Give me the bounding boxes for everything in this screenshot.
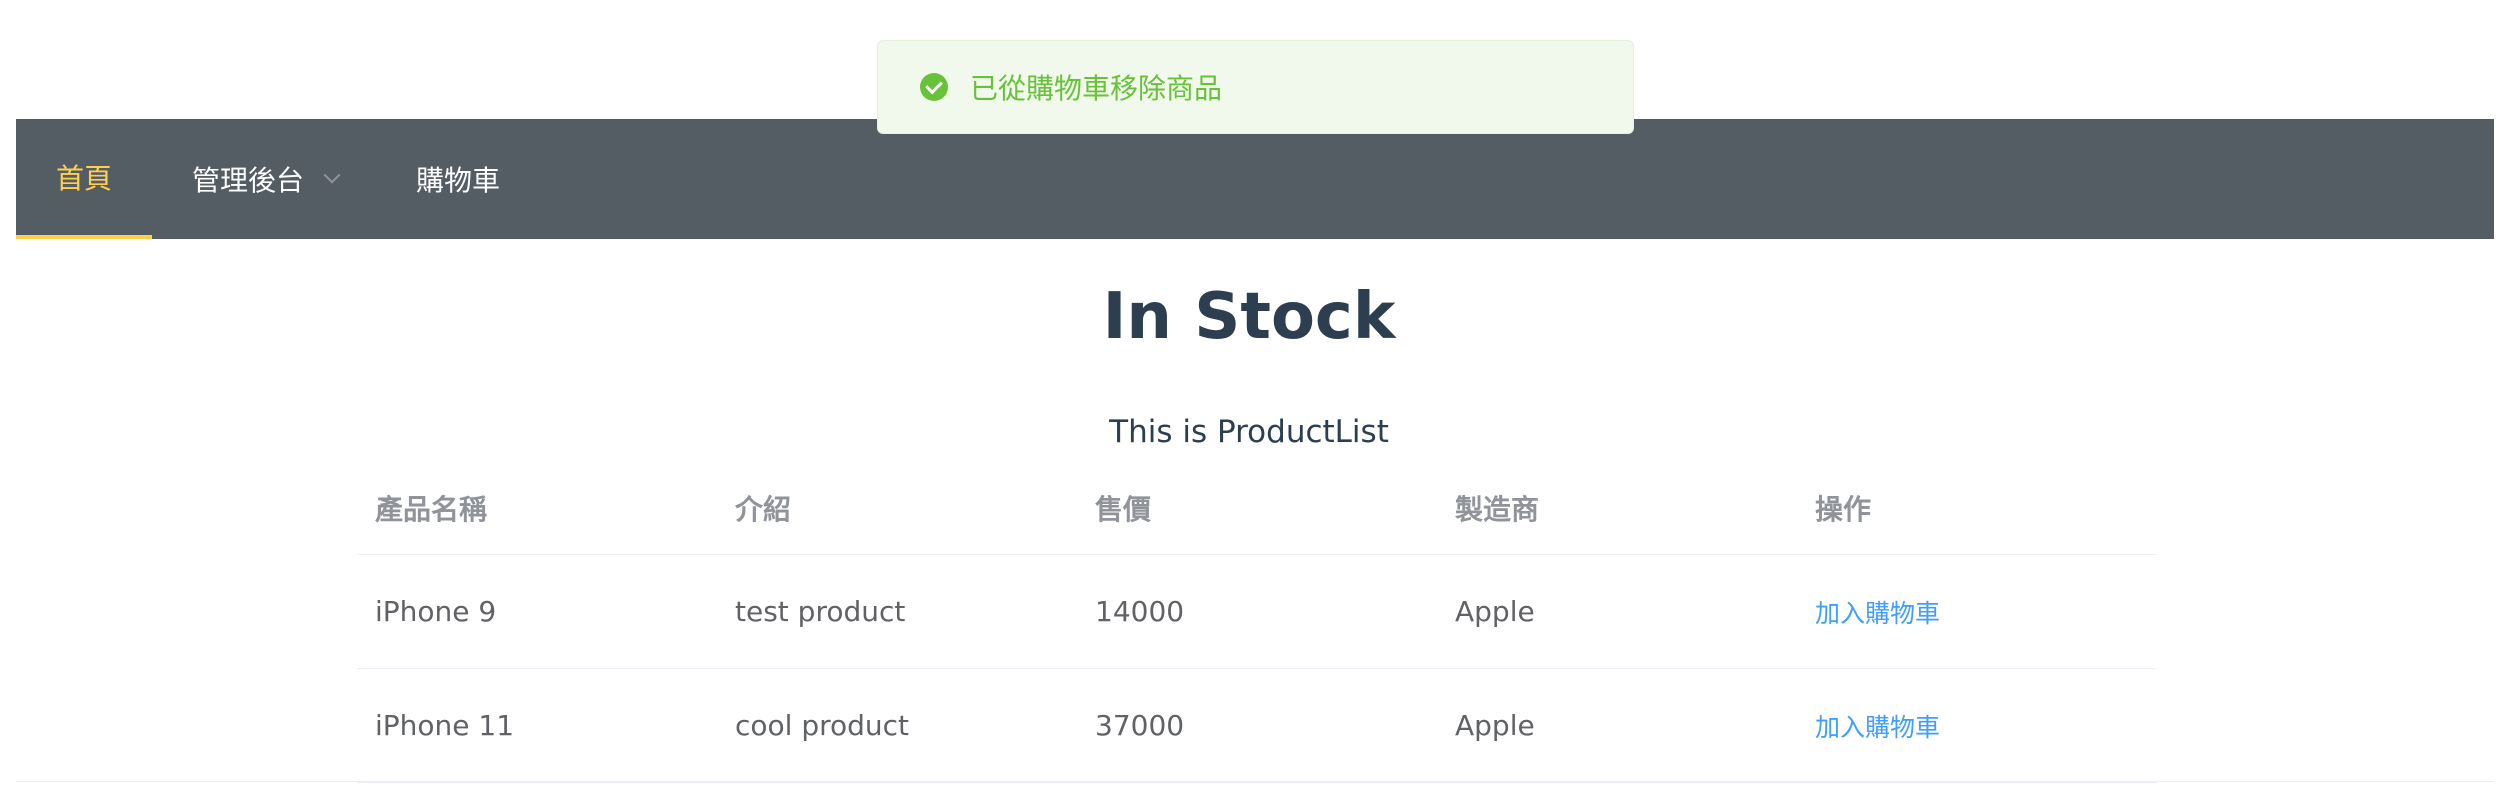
column-header-name: 產品名稱 (375, 493, 488, 526)
cell-product-intro: test product (735, 595, 906, 628)
table-row: iPhone 11 cool product 37000 Apple 加入購物車 (357, 669, 2157, 783)
page-subtitle: This is ProductList (1109, 414, 1389, 450)
cell-product-intro: cool product (735, 709, 910, 742)
cell-product-price: 37000 (1095, 709, 1185, 742)
divider (16, 781, 2494, 782)
nav-item-cart-label: 購物車 (415, 164, 500, 197)
success-check-icon (920, 73, 948, 101)
nav-item-admin-label: 管理後台 (191, 164, 304, 197)
chevron-down-icon (323, 166, 341, 184)
page: 已從購物車移除商品 首頁 管理後台 購物車 In Stock This is P… (0, 0, 2498, 804)
column-header-maker: 製造商 (1455, 493, 1540, 526)
column-header-action: 操作 (1815, 493, 1872, 526)
page-title: In Stock (1102, 280, 1396, 354)
add-to-cart-link[interactable]: 加入購物車 (1815, 708, 1940, 744)
cell-product-maker: Apple (1455, 595, 1535, 628)
cell-product-name: iPhone 11 (375, 709, 515, 742)
nav-item-home[interactable]: 首頁 (16, 119, 152, 239)
cell-product-action: 加入購物車 (1797, 669, 2157, 782)
column-header-intro: 介紹 (735, 493, 792, 526)
table-header-row: 產品名稱 介紹 售價 製造商 操作 (357, 470, 2157, 555)
nav-item-home-label: 首頁 (55, 162, 112, 195)
cell-product-maker: Apple (1455, 709, 1535, 742)
column-header-price: 售價 (1095, 493, 1152, 526)
product-table: 產品名稱 介紹 售價 製造商 操作 iPhone 9 test product … (357, 470, 2157, 783)
cell-product-price: 14000 (1095, 595, 1185, 628)
nav-item-admin[interactable]: 管理後台 (152, 119, 378, 239)
table-row: iPhone 9 test product 14000 Apple 加入購物車 (357, 555, 2157, 669)
add-to-cart-link[interactable]: 加入購物車 (1815, 594, 1940, 630)
toast-message: 已從購物車移除商品 (970, 72, 1223, 105)
top-navbar: 首頁 管理後台 購物車 (16, 119, 2494, 239)
cell-product-action: 加入購物車 (1797, 555, 2157, 668)
success-toast: 已從購物車移除商品 (877, 40, 1634, 134)
nav-item-cart[interactable]: 購物車 (378, 119, 538, 239)
cell-product-name: iPhone 9 (375, 595, 497, 628)
